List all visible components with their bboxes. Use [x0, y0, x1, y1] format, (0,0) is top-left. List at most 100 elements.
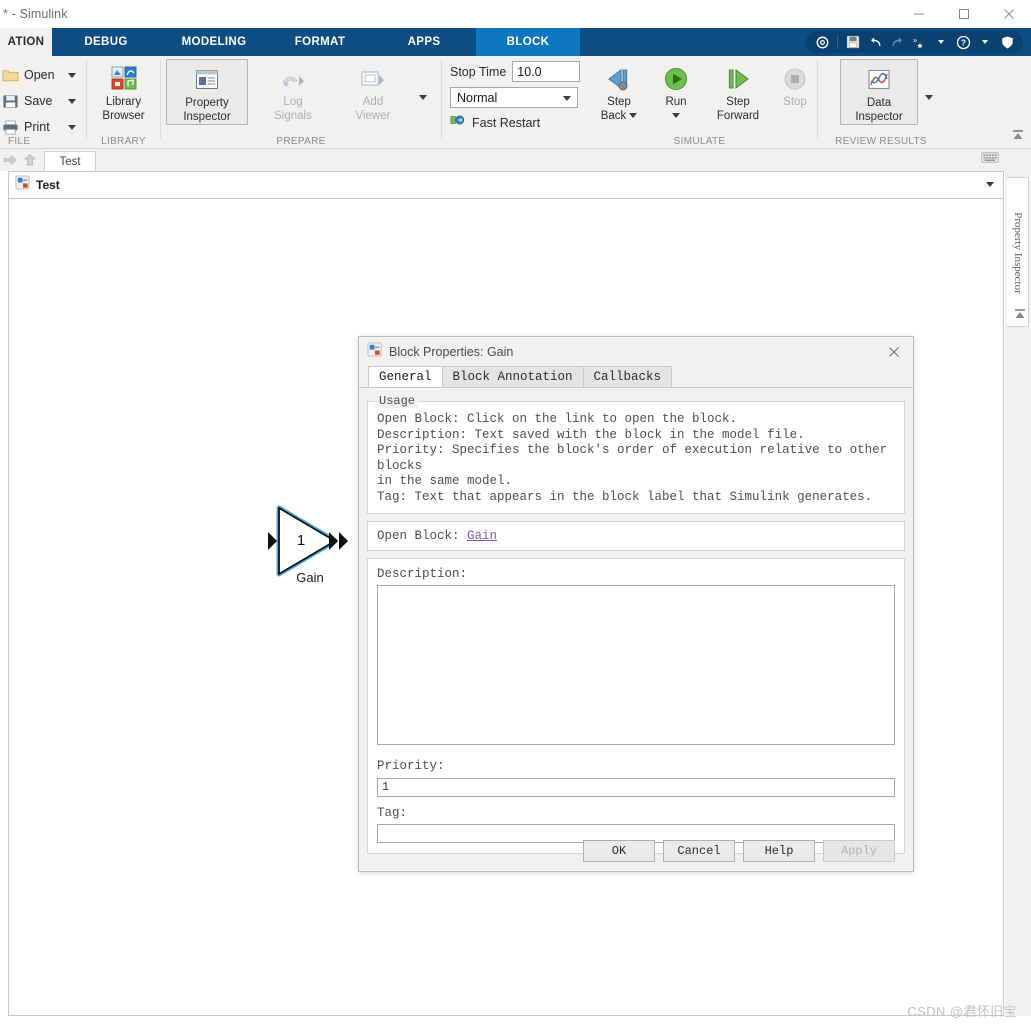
library-browser-icon [109, 63, 139, 95]
log-signals-label-2: Signals [274, 109, 312, 122]
ribbon-group-library: Library Browser LIBRARY [87, 56, 160, 149]
simulink-window: t * - Simulink ATION DEBUG MODELING FORM… [0, 0, 1031, 1024]
ribbon-group-review-results: Data Inspector REVIEW RESULTS [818, 56, 936, 149]
tab-format[interactable]: FORMAT [268, 28, 372, 56]
favorites-icon[interactable]: » [909, 32, 929, 52]
collapse-ribbon-icon[interactable] [1011, 128, 1025, 146]
file-group-label: FILE [8, 136, 31, 147]
block-properties-dialog: Block Properties: Gain General Block Ann… [358, 336, 914, 872]
cancel-button[interactable]: Cancel [663, 840, 735, 862]
apply-button: Apply [823, 840, 895, 862]
keyboard-icon[interactable] [981, 150, 999, 168]
property-inspector-icon [194, 64, 220, 96]
property-inspector-button[interactable]: Property Inspector [166, 59, 248, 125]
review-more-chevron-down-icon[interactable] [922, 89, 933, 107]
data-inspector-label-1: Data [866, 97, 892, 109]
simulink-model-icon [15, 175, 30, 195]
dialog-title-bar: Block Properties: Gain [359, 337, 913, 367]
window-controls [896, 0, 1031, 28]
gear-icon[interactable] [812, 32, 832, 52]
run-chevron-down-icon[interactable] [672, 112, 680, 118]
help-chevron-down-icon[interactable] [975, 32, 995, 52]
open-button[interactable]: Open [0, 62, 86, 88]
usage-legend: Usage [375, 394, 420, 408]
simulation-mode-value: Normal [457, 90, 498, 105]
undo-icon[interactable] [865, 32, 885, 52]
usage-fieldset: Usage Open Block: Click on the link to o… [367, 394, 905, 514]
priority-input[interactable] [377, 777, 895, 797]
minimize-icon[interactable] [896, 0, 941, 28]
run-button[interactable]: Run [652, 59, 700, 122]
tab-block[interactable]: BLOCK [476, 28, 580, 56]
printer-icon [2, 119, 19, 136]
maximize-icon[interactable] [941, 0, 986, 28]
ribbon-body: Open Save Print FILE Library Browser LIB… [0, 56, 1031, 149]
dialog-body: Usage Open Block: Click on the link to o… [359, 388, 913, 854]
tag-label: Tag: [377, 805, 408, 820]
simulate-group-label: SIMULATE [673, 136, 726, 147]
open-block-link[interactable]: Gain [467, 529, 497, 543]
floppy-icon [2, 93, 19, 110]
dialog-close-icon[interactable] [883, 341, 905, 363]
tab-apps[interactable]: APPS [372, 28, 476, 56]
log-signals-label-1: Log [283, 96, 303, 108]
log-signals-button[interactable]: Log Signals [256, 59, 330, 122]
help-icon[interactable]: ? [953, 32, 973, 52]
step-back-chevron-down-icon[interactable] [629, 112, 638, 118]
model-tab-test[interactable]: Test [44, 151, 96, 171]
tab-modeling[interactable]: MODELING [160, 28, 268, 56]
step-forward-button[interactable]: Step Forward [704, 59, 772, 122]
add-viewer-icon [359, 63, 387, 95]
breadcrumb-label[interactable]: Test [36, 178, 60, 192]
description-input[interactable] [377, 585, 895, 745]
help-button[interactable]: Help [743, 840, 815, 862]
simulation-mode-select[interactable]: Normal [450, 87, 578, 108]
simulation-mode-chevron-down-icon [560, 91, 571, 105]
property-inspector-tab[interactable]: Property Inspector [1007, 177, 1029, 327]
tab-general[interactable]: General [368, 366, 443, 387]
ribbon-tab-bar: ATION DEBUG MODELING FORMAT APPS BLOCK » [0, 28, 1031, 56]
tab-simulation[interactable]: ATION [0, 28, 52, 56]
fast-restart-button[interactable]: Fast Restart [450, 113, 540, 132]
library-browser-button[interactable]: Library Browser [91, 59, 156, 122]
tab-debug[interactable]: DEBUG [52, 28, 160, 56]
data-inspector-button[interactable]: Data Inspector [840, 59, 918, 125]
stop-time-input[interactable] [512, 61, 581, 82]
redo-icon[interactable] [887, 32, 907, 52]
ok-button[interactable]: OK [583, 840, 655, 862]
close-icon[interactable] [986, 0, 1031, 28]
print-label: Print [24, 120, 50, 134]
gain-block[interactable]: 1 Gain [267, 498, 357, 588]
save-chevron-down-icon[interactable] [68, 98, 76, 104]
open-chevron-down-icon[interactable] [68, 72, 76, 78]
add-viewer-label-1: Add [362, 96, 384, 108]
breadcrumb-chevron-down-icon[interactable] [983, 176, 994, 194]
step-back-label-2-text: Back [600, 109, 627, 122]
tab-block-annotation[interactable]: Block Annotation [441, 366, 584, 387]
stop-button[interactable]: Stop [774, 59, 816, 109]
favorites-chevron-down-icon[interactable] [931, 32, 951, 52]
save-icon[interactable] [843, 32, 863, 52]
run-chevron-row [672, 110, 680, 123]
step-back-button[interactable]: Step Back [590, 59, 648, 122]
forward-arrow-icon[interactable] [0, 149, 20, 171]
run-icon [662, 63, 690, 95]
dialog-title: Block Properties: Gain [389, 345, 514, 359]
dock-collapse-icon[interactable] [1013, 307, 1027, 325]
stop-label: Stop [783, 96, 807, 108]
prepare-more-chevron-down-icon[interactable] [416, 89, 427, 107]
qat-separator [837, 35, 838, 49]
print-chevron-down-icon[interactable] [68, 124, 76, 130]
usage-line-3: Priority: Specifies the block's order of… [377, 443, 895, 473]
save-button[interactable]: Save [0, 88, 86, 114]
ribbon-group-simulate: Stop Time Normal Fast Restart [442, 56, 817, 149]
data-inspector-label-2: Inspector [855, 110, 903, 123]
up-arrow-icon[interactable] [20, 149, 40, 171]
title-bar: t * - Simulink [0, 0, 1031, 28]
tab-callbacks[interactable]: Callbacks [582, 366, 673, 387]
quick-access-toolbar: » ? [806, 31, 1023, 53]
property-inspector-dock: Property Inspector [1005, 171, 1031, 1016]
shield-icon[interactable] [997, 32, 1017, 52]
prepare-group-label: PREPARE [276, 136, 326, 147]
add-viewer-button[interactable]: Add Viewer [336, 59, 410, 122]
